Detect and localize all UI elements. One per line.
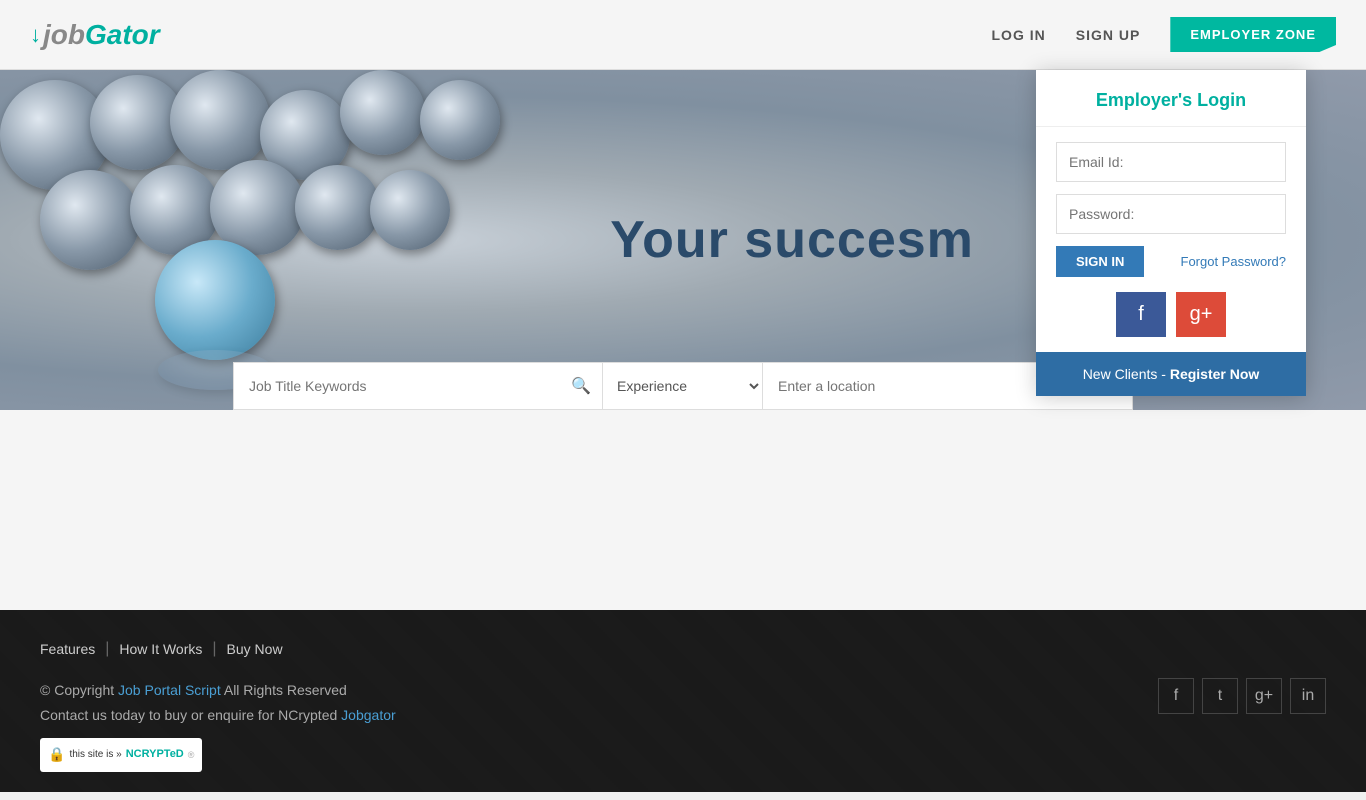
password-input[interactable]	[1056, 194, 1286, 234]
copyright-text: © Copyright	[40, 682, 118, 698]
facebook-icon: f	[1138, 303, 1144, 326]
sphere-3	[170, 70, 270, 170]
footer-twitter-icon[interactable]: t	[1202, 678, 1238, 714]
footer-linkedin-icon[interactable]: in	[1290, 678, 1326, 714]
nav-right: LOG IN SIGN UP EMPLOYER ZONE	[992, 17, 1337, 52]
footer-sep-1: |	[105, 640, 109, 658]
copyright-line: © Copyright Job Portal Script All Rights…	[40, 678, 396, 703]
footer-nav: Features | How It Works | Buy Now	[40, 640, 1326, 658]
experience-select[interactable]: Experience 0-1 Years 1-2 Years 2-5 Years…	[603, 362, 763, 410]
login-link[interactable]: LOG IN	[992, 27, 1046, 43]
footer-left: © Copyright Job Portal Script All Rights…	[40, 678, 396, 772]
search-keywords-container: 🔍	[233, 362, 603, 410]
logo-gator: Gator	[85, 19, 160, 51]
footer-facebook-icon[interactable]: f	[1158, 678, 1194, 714]
social-buttons: f g+	[1056, 292, 1286, 337]
employer-zone-button[interactable]: EMPLOYER ZONE	[1170, 17, 1336, 52]
register-text: New Clients -	[1083, 366, 1170, 382]
employer-panel-actions: SIGN IN Forgot Password?	[1056, 246, 1286, 277]
employer-panel-body: SIGN IN Forgot Password? f g+	[1036, 127, 1306, 352]
keywords-input[interactable]	[233, 362, 603, 410]
jobgator-link[interactable]: Jobgator	[341, 707, 395, 723]
rights-text: All Rights Reserved	[221, 682, 347, 698]
footer-bottom: © Copyright Job Portal Script All Rights…	[40, 678, 1326, 772]
main-content	[0, 410, 1366, 610]
ncrypted-logo: 🔒 this site is » NCRYPTeD ®	[40, 738, 396, 771]
google-login-button[interactable]: g+	[1176, 292, 1226, 337]
contact-line: Contact us today to buy or enquire for N…	[40, 703, 396, 728]
footer-social: f t g+ in	[1158, 678, 1326, 714]
forgot-password-link[interactable]: Forgot Password?	[1181, 254, 1287, 269]
search-experience-container: Experience 0-1 Years 1-2 Years 2-5 Years…	[603, 362, 763, 410]
google-icon: g+	[1190, 303, 1213, 326]
employer-login-panel: Employer's Login SIGN IN Forgot Password…	[1036, 70, 1306, 396]
sphere-5	[340, 70, 425, 155]
employer-panel-title: Employer's Login	[1036, 70, 1306, 127]
search-icon[interactable]: 🔍	[571, 376, 591, 396]
header: ↓ jobGator LOG IN SIGN UP EMPLOYER ZONE	[0, 0, 1366, 70]
contact-text: Contact us today to buy or enquire for N…	[40, 707, 341, 723]
sphere-7	[40, 170, 140, 270]
footer-features-link[interactable]: Features	[40, 641, 95, 657]
facebook-login-button[interactable]: f	[1116, 292, 1166, 337]
ncrypted-text: NCRYPTeD	[126, 745, 184, 765]
sphere-10	[295, 165, 380, 250]
footer-how-works-link[interactable]: How It Works	[119, 641, 202, 657]
email-input[interactable]	[1056, 142, 1286, 182]
footer: Features | How It Works | Buy Now © Copy…	[0, 610, 1366, 792]
signup-link[interactable]: SIGN UP	[1076, 27, 1141, 43]
sign-in-button[interactable]: SIGN IN	[1056, 246, 1144, 277]
register-bar[interactable]: New Clients - Register Now	[1036, 352, 1306, 396]
logo-j: j	[43, 19, 51, 51]
sphere-6	[420, 80, 500, 160]
footer-sep-2: |	[212, 640, 216, 658]
footer-googleplus-icon[interactable]: g+	[1246, 678, 1282, 714]
script-link[interactable]: Job Portal Script	[118, 682, 221, 698]
search-bar: 🔍 Experience 0-1 Years 1-2 Years 2-5 Yea…	[233, 362, 1133, 410]
logo-ob: ob	[51, 19, 85, 51]
sphere-blue	[155, 240, 275, 360]
sphere-11	[370, 170, 450, 250]
ncrypted-badge: 🔒 this site is » NCRYPTeD ®	[40, 738, 202, 771]
spheres-container	[0, 70, 600, 410]
register-link[interactable]: Register Now	[1170, 366, 1259, 382]
hero-tagline: Your succesm	[610, 210, 974, 270]
footer-buy-link[interactable]: Buy Now	[227, 641, 283, 657]
logo: ↓ jobGator	[30, 19, 160, 51]
logo-icon: ↓	[30, 22, 41, 48]
